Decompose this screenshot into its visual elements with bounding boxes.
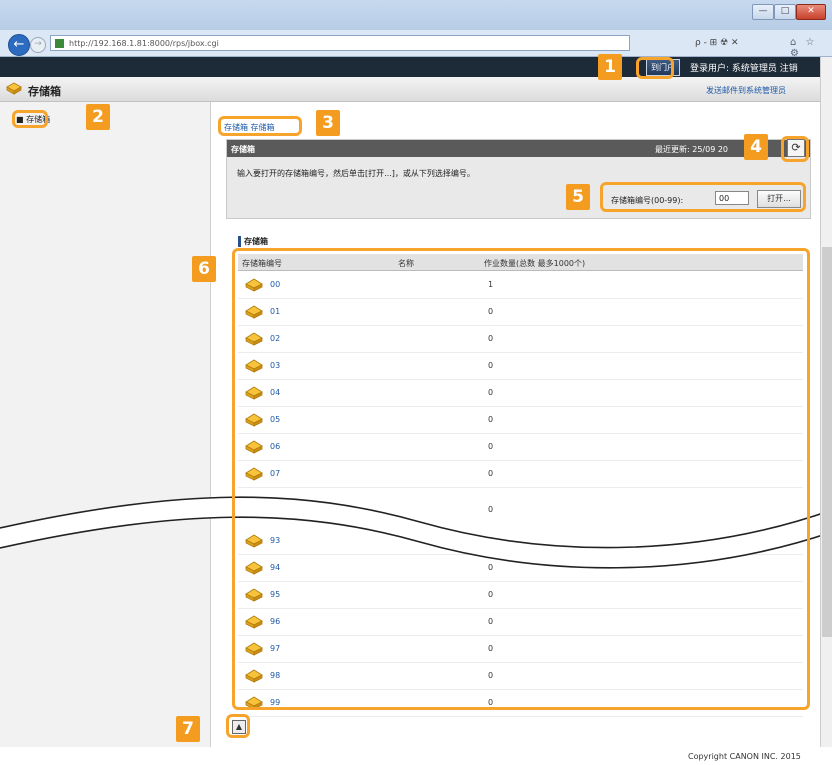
callout-4: 4 xyxy=(744,134,768,160)
send-admin-link[interactable]: 发送邮件到系统管理员 xyxy=(706,85,786,96)
panel-title: 存储箱 xyxy=(231,145,255,154)
address-bar: ← → http://192.168.1.81:8000/rps/jbox.cg… xyxy=(0,30,832,59)
page-header: 到门户 登录用户: 系统管理员 注销 xyxy=(0,57,820,77)
forward-button[interactable]: → xyxy=(30,37,46,53)
callout-6: 6 xyxy=(192,256,216,282)
scroll-thumb[interactable] xyxy=(822,247,832,637)
back-button[interactable]: ← xyxy=(8,34,30,56)
browser-titlebar: — □ ✕ xyxy=(0,0,832,30)
minimize-button[interactable]: — xyxy=(752,4,774,20)
page-subheader: 存储箱 发送邮件到系统管理员 xyxy=(0,77,820,102)
callout-1: 1 xyxy=(598,54,622,80)
page-title: 存储箱 xyxy=(28,85,61,98)
url-input[interactable]: http://192.168.1.81:8000/rps/jbox.cgi xyxy=(50,35,630,51)
home-favorites-settings-icons[interactable]: ⌂ ☆ ⚙ xyxy=(790,37,832,59)
site-icon xyxy=(55,39,64,48)
highlight-3 xyxy=(218,116,302,136)
copyright: Copyright CANON INC. 2015 xyxy=(688,752,801,761)
close-window-button[interactable]: ✕ xyxy=(796,4,826,20)
login-info: 登录用户: 系统管理员 注销 xyxy=(690,64,798,74)
maximize-button[interactable]: □ xyxy=(774,4,796,20)
callout-2: 2 xyxy=(86,104,110,130)
url-text: http://192.168.1.81:8000/rps/jbox.cgi xyxy=(69,39,219,48)
callout-7: 7 xyxy=(176,716,200,742)
highlight-5 xyxy=(600,182,806,212)
callout-5: 5 xyxy=(566,184,590,210)
last-updated: 最近更新: 25/09 20 xyxy=(655,145,729,154)
sidebar: ■ 存储箱 xyxy=(0,102,211,747)
highlight-2 xyxy=(12,110,48,128)
vertical-scrollbar[interactable] xyxy=(820,57,832,747)
highlight-1 xyxy=(636,57,674,79)
address-tools[interactable]: ρ - ⊞ ☢ ✕ xyxy=(695,38,739,48)
panel-header: 存储箱 最近更新: 25/09 20 xyxy=(227,140,810,157)
mailbox-icon xyxy=(6,82,22,95)
list-heading: 存储箱 xyxy=(238,236,268,247)
callout-3: 3 xyxy=(316,110,340,136)
highlight-7 xyxy=(226,714,250,738)
highlight-4 xyxy=(781,136,809,162)
highlight-6 xyxy=(232,248,810,710)
instruction-text: 输入要打开的存储箱编号，然后单击[打开...]，或从下列选择编号。 xyxy=(237,169,475,178)
